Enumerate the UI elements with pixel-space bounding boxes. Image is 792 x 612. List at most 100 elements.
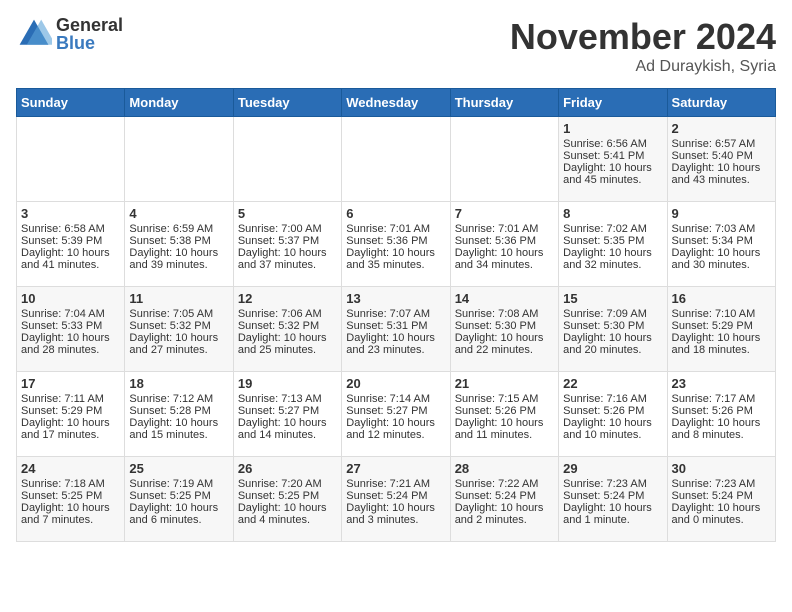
day-info: and 4 minutes. xyxy=(238,514,337,526)
day-info: Daylight: 10 hours xyxy=(129,417,228,429)
day-info: Daylight: 10 hours xyxy=(238,417,337,429)
day-info: and 12 minutes. xyxy=(346,429,445,441)
calendar-week-3: 10Sunrise: 7:04 AMSunset: 5:33 PMDayligh… xyxy=(17,287,776,372)
day-info: Sunrise: 7:19 AM xyxy=(129,478,228,490)
calendar-cell: 6Sunrise: 7:01 AMSunset: 5:36 PMDaylight… xyxy=(342,202,450,287)
day-info: and 30 minutes. xyxy=(672,259,771,271)
day-info: Sunset: 5:31 PM xyxy=(346,320,445,332)
day-number: 14 xyxy=(455,291,554,306)
day-number: 4 xyxy=(129,206,228,221)
day-info: Sunset: 5:37 PM xyxy=(238,235,337,247)
day-info: Daylight: 10 hours xyxy=(672,502,771,514)
day-info: and 39 minutes. xyxy=(129,259,228,271)
day-info: and 10 minutes. xyxy=(563,429,662,441)
day-number: 21 xyxy=(455,376,554,391)
calendar-table: Sunday Monday Tuesday Wednesday Thursday… xyxy=(16,88,776,542)
day-info: and 6 minutes. xyxy=(129,514,228,526)
day-info: and 34 minutes. xyxy=(455,259,554,271)
logo-text: General Blue xyxy=(56,16,123,52)
col-friday: Friday xyxy=(559,89,667,117)
col-monday: Monday xyxy=(125,89,233,117)
day-info: and 20 minutes. xyxy=(563,344,662,356)
page-header: General Blue November 2024 Ad Duraykish,… xyxy=(16,16,776,76)
calendar-cell: 8Sunrise: 7:02 AMSunset: 5:35 PMDaylight… xyxy=(559,202,667,287)
day-info: and 22 minutes. xyxy=(455,344,554,356)
day-number: 1 xyxy=(563,121,662,136)
day-info: Daylight: 10 hours xyxy=(672,247,771,259)
calendar-cell: 9Sunrise: 7:03 AMSunset: 5:34 PMDaylight… xyxy=(667,202,775,287)
day-info: Sunrise: 7:02 AM xyxy=(563,223,662,235)
day-number: 7 xyxy=(455,206,554,221)
day-info: Daylight: 10 hours xyxy=(563,417,662,429)
day-info: Sunset: 5:36 PM xyxy=(346,235,445,247)
col-tuesday: Tuesday xyxy=(233,89,341,117)
day-info: Sunset: 5:24 PM xyxy=(672,490,771,502)
day-info: Sunset: 5:27 PM xyxy=(346,405,445,417)
calendar-cell: 21Sunrise: 7:15 AMSunset: 5:26 PMDayligh… xyxy=(450,372,558,457)
day-info: Daylight: 10 hours xyxy=(21,502,120,514)
day-info: Sunrise: 6:56 AM xyxy=(563,138,662,150)
day-info: Sunrise: 7:01 AM xyxy=(455,223,554,235)
day-number: 12 xyxy=(238,291,337,306)
day-info: Sunrise: 7:09 AM xyxy=(563,308,662,320)
day-number: 2 xyxy=(672,121,771,136)
calendar-cell: 10Sunrise: 7:04 AMSunset: 5:33 PMDayligh… xyxy=(17,287,125,372)
day-info: Daylight: 10 hours xyxy=(346,247,445,259)
day-info: Sunset: 5:38 PM xyxy=(129,235,228,247)
day-info: Sunset: 5:27 PM xyxy=(238,405,337,417)
day-number: 16 xyxy=(672,291,771,306)
calendar-cell: 19 Sunrise: 7:13 AMSunset: 5:27 PMDayligh… xyxy=(233,372,341,457)
day-info: and 43 minutes. xyxy=(672,174,771,186)
day-number: 25 xyxy=(129,461,228,476)
day-info: Daylight: 10 hours xyxy=(563,247,662,259)
day-info: Sunset: 5:26 PM xyxy=(563,405,662,417)
day-info: Daylight: 10 hours xyxy=(238,502,337,514)
day-info: Sunrise: 7:06 AM xyxy=(238,308,337,320)
day-info: and 8 minutes. xyxy=(672,429,771,441)
day-info: Daylight: 10 hours xyxy=(129,502,228,514)
calendar-cell: 17Sunrise: 7:11 AMSunset: 5:29 PMDayligh… xyxy=(17,372,125,457)
day-info: Sunset: 5:28 PM xyxy=(129,405,228,417)
day-info: Sunset: 5:24 PM xyxy=(346,490,445,502)
calendar-week-2: 3Sunrise: 6:58 AMSunset: 5:39 PMDaylight… xyxy=(17,202,776,287)
day-info: Sunset: 5:26 PM xyxy=(672,405,771,417)
day-info: and 37 minutes. xyxy=(238,259,337,271)
calendar-cell: 2Sunrise: 6:57 AMSunset: 5:40 PMDaylight… xyxy=(667,117,775,202)
day-info: Sunrise: 7:05 AM xyxy=(129,308,228,320)
logo-general: General xyxy=(56,16,123,34)
day-info: Sunset: 5:25 PM xyxy=(129,490,228,502)
day-info: Sunrise: 7:10 AM xyxy=(672,308,771,320)
day-info: Daylight: 10 hours xyxy=(672,417,771,429)
day-info: Sunrise: 7:04 AM xyxy=(21,308,120,320)
day-info: Sunset: 5:40 PM xyxy=(672,150,771,162)
calendar-cell: 7Sunrise: 7:01 AMSunset: 5:36 PMDaylight… xyxy=(450,202,558,287)
day-info: Sunset: 5:33 PM xyxy=(21,320,120,332)
day-info: Sunrise: 7:01 AM xyxy=(346,223,445,235)
day-number: 19 xyxy=(238,376,337,391)
calendar-cell: 4Sunrise: 6:59 AMSunset: 5:38 PMDaylight… xyxy=(125,202,233,287)
day-info: Sunset: 5:32 PM xyxy=(238,320,337,332)
day-info: and 0 minutes. xyxy=(672,514,771,526)
location-subtitle: Ad Duraykish, Syria xyxy=(510,58,776,76)
day-info: and 17 minutes. xyxy=(21,429,120,441)
logo: General Blue xyxy=(16,16,123,52)
day-info: and 2 minutes. xyxy=(455,514,554,526)
calendar-cell: 26Sunrise: 7:20 AMSunset: 5:25 PMDayligh… xyxy=(233,457,341,542)
calendar-cell: 18Sunrise: 7:12 AMSunset: 5:28 PMDayligh… xyxy=(125,372,233,457)
day-info: Sunrise: 7:07 AM xyxy=(346,308,445,320)
calendar-cell: 12Sunrise: 7:06 AMSunset: 5:32 PMDayligh… xyxy=(233,287,341,372)
day-number: 24 xyxy=(21,461,120,476)
day-info: Sunrise: 7:03 AM xyxy=(672,223,771,235)
day-info: Daylight: 10 hours xyxy=(455,247,554,259)
day-info: Daylight: 10 hours xyxy=(346,332,445,344)
calendar-week-4: 17Sunrise: 7:11 AMSunset: 5:29 PMDayligh… xyxy=(17,372,776,457)
day-info: and 15 minutes. xyxy=(129,429,228,441)
day-info: Sunrise: 6:58 AM xyxy=(21,223,120,235)
day-info: Sunset: 5:29 PM xyxy=(672,320,771,332)
calendar-cell xyxy=(233,117,341,202)
day-info: Sunrise: 7:08 AM xyxy=(455,308,554,320)
day-info: Daylight: 10 hours xyxy=(672,162,771,174)
day-info: and 35 minutes. xyxy=(346,259,445,271)
day-info: Sunrise: 7:13 AM xyxy=(238,393,337,405)
day-info: and 3 minutes. xyxy=(346,514,445,526)
